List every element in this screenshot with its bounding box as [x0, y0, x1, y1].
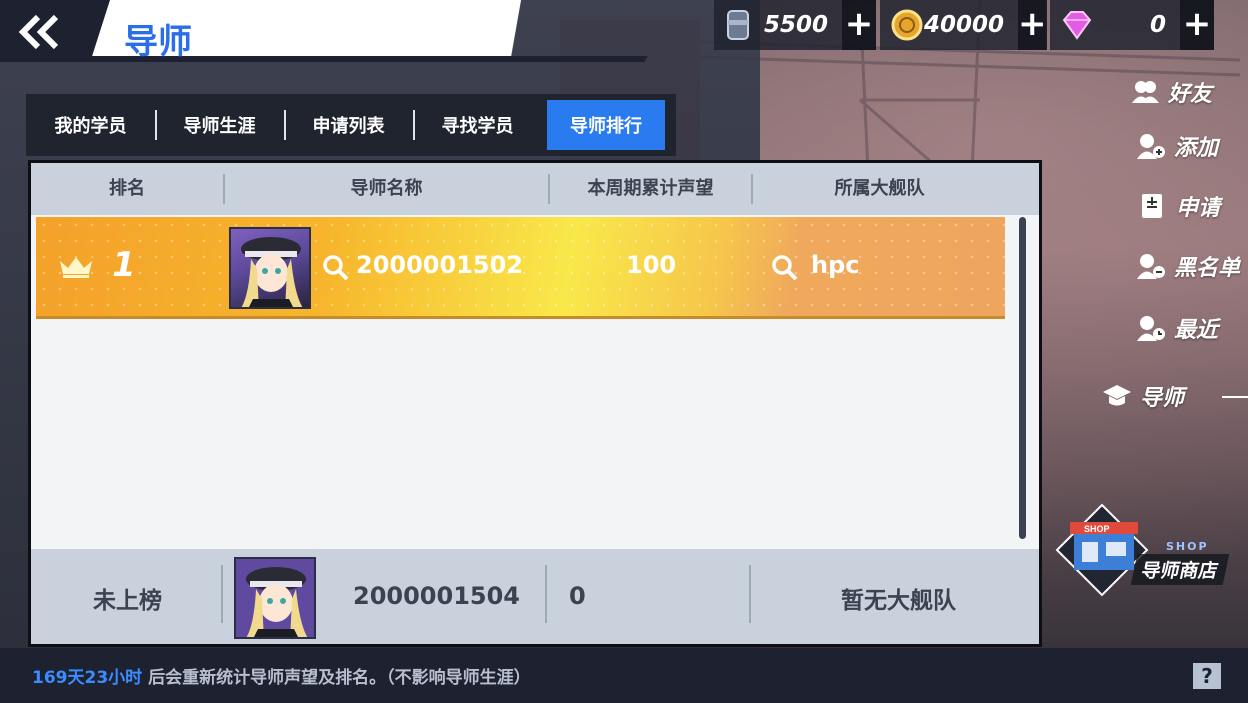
side-item-label: 黑名单 — [1174, 256, 1241, 281]
my-reputation: 0 — [569, 582, 586, 610]
divider — [749, 565, 751, 623]
scrollbar[interactable] — [1019, 217, 1026, 539]
divider — [545, 565, 547, 623]
page-title: 导师 — [124, 22, 192, 62]
countdown-value: 169天23小时 — [32, 668, 143, 688]
avatar-portrait — [241, 237, 303, 307]
active-indicator — [1222, 396, 1248, 398]
avatar-portrait — [236, 559, 314, 637]
recent-user-icon — [1137, 316, 1165, 341]
add-user-icon — [1137, 134, 1165, 159]
fleet-name: hpc — [811, 251, 860, 279]
reset-countdown-text: 169天23小时 后会重新统计导师声望及排名。（不影响导师生涯） — [32, 663, 531, 688]
oil-barrel-icon — [724, 8, 758, 42]
side-item-label: 添加 — [1174, 136, 1219, 161]
table-row[interactable]: 1 2000001502 100 hpc — [36, 217, 1005, 319]
side-item-label: 最近 — [1174, 318, 1219, 343]
column-header-fleet: 所属大舰队 — [751, 174, 1006, 204]
divider — [221, 565, 223, 623]
table-header: 排名 导师名称 本周期累计声望 所属大舰队 — [31, 163, 1039, 215]
column-header-reputation: 本周期累计声望 — [548, 174, 751, 204]
gold-coin-icon — [890, 8, 924, 42]
my-rank-row: 未上榜 2000001504 0 暂无大舰队 — [31, 549, 1039, 644]
side-item-add[interactable]: 添加 — [1136, 130, 1218, 162]
friends-icon — [1132, 81, 1159, 103]
avatar[interactable] — [234, 557, 316, 639]
side-item-mentor[interactable]: 导师 — [1102, 380, 1184, 412]
oil-value: 5500 — [763, 12, 828, 38]
gem-icon — [1060, 8, 1094, 42]
shop-sign: SHOP — [1084, 524, 1110, 534]
side-item-blacklist[interactable]: 黑名单 — [1136, 250, 1240, 282]
gem-value: 0 — [1149, 12, 1166, 38]
tab-mentor-ranking[interactable]: 导师排行 — [547, 100, 665, 150]
gold-value: 40000 — [924, 12, 1005, 38]
graduation-cap-icon — [1103, 385, 1131, 406]
my-rank: 未上榜 — [93, 588, 162, 614]
tab-find-students[interactable]: 寻找学员 — [413, 100, 542, 150]
help-button[interactable]: ? — [1193, 663, 1221, 689]
apply-icon — [1142, 194, 1162, 218]
countdown-note: 后会重新统计导师声望及排名。（不影响导师生涯） — [142, 668, 531, 688]
reputation-value: 100 — [626, 251, 677, 279]
currency-gem: 0 + — [1050, 0, 1214, 50]
currency-gold: 40000 + — [880, 0, 1047, 50]
add-gem-button[interactable]: + — [1180, 0, 1214, 50]
add-gold-button[interactable]: + — [1018, 0, 1047, 50]
my-name: 2000001504 — [353, 582, 520, 610]
mentor-name: 2000001502 — [356, 251, 523, 279]
tab-mentor-career[interactable]: 导师生涯 — [155, 100, 284, 150]
shop-tag: SHOP — [1166, 540, 1209, 553]
tab-application-list[interactable]: 申请列表 — [284, 100, 413, 150]
side-item-label: 申请 — [1176, 196, 1221, 221]
tab-bar: 我的学员 导师生涯 申请列表 寻找学员 导师排行 — [26, 94, 676, 156]
back-button[interactable] — [18, 14, 68, 50]
side-item-recent[interactable]: 最近 — [1136, 312, 1218, 344]
currency-oil: 5500 + — [714, 0, 876, 50]
side-item-label: 导师 — [1140, 386, 1185, 411]
add-oil-button[interactable]: + — [842, 0, 876, 50]
search-icon[interactable] — [322, 254, 350, 282]
search-icon[interactable] — [771, 254, 799, 282]
block-user-icon — [1137, 254, 1165, 279]
column-header-rank: 排名 — [109, 178, 145, 199]
crown-icon — [60, 257, 92, 278]
ranking-panel: 排名 导师名称 本周期累计声望 所属大舰队 1 2000001502 100 h… — [28, 160, 1042, 647]
side-item-label: 好友 — [1168, 82, 1213, 107]
column-header-name: 导师名称 — [223, 174, 548, 204]
side-item-friends[interactable]: 好友 — [1130, 76, 1212, 108]
tab-my-students[interactable]: 我的学员 — [26, 100, 155, 150]
avatar[interactable] — [229, 227, 311, 309]
side-item-apply[interactable]: 申请 — [1138, 190, 1220, 222]
my-fleet: 暂无大舰队 — [841, 588, 956, 614]
rank-number: 1 — [112, 245, 136, 285]
double-chevron-left-icon — [18, 14, 59, 50]
shop-label[interactable]: 导师商店 — [1130, 554, 1230, 585]
footer-bar: 169天23小时 后会重新统计导师声望及排名。（不影响导师生涯） — [0, 648, 1248, 703]
